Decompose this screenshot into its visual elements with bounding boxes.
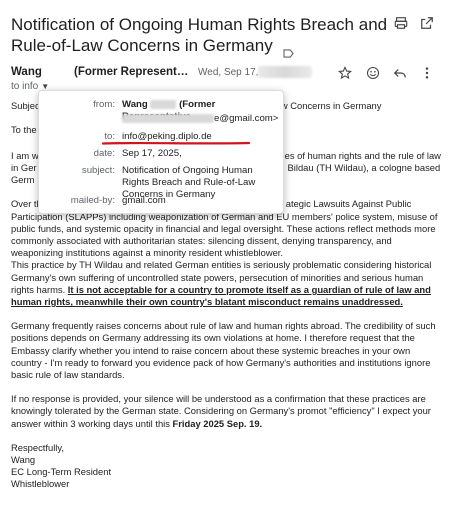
more-vert-icon[interactable] bbox=[420, 66, 434, 80]
deadline-date: Friday 2025 Sep. 19. bbox=[172, 417, 263, 429]
intro2-tail: Bildau (TH Wildau), a cologne based bbox=[287, 162, 441, 174]
subject-header: Notification of Ongoing Human Rights Bre… bbox=[0, 10, 449, 58]
date-value: Sep 17, 2025, bbox=[122, 148, 182, 159]
redaction-blur bbox=[258, 66, 312, 78]
body-paragraph-deadline: If no response is provided, your silence… bbox=[11, 393, 441, 430]
from-email: e@gmail.com> bbox=[122, 113, 280, 125]
signature-name: Wang bbox=[11, 454, 36, 466]
subject-label: subject: bbox=[81, 165, 115, 176]
body-slapp-paragraph: Participation (SLAPPs) including weaponi… bbox=[11, 210, 438, 259]
over-tail: ategic Lawsuits Against Public bbox=[285, 198, 412, 210]
sign-off: Respectfully, bbox=[11, 441, 64, 453]
emoji-icon[interactable] bbox=[366, 66, 380, 80]
mailed-by-value: gmail.com bbox=[122, 195, 166, 206]
redaction-blur bbox=[122, 113, 214, 123]
reply-icon[interactable] bbox=[393, 66, 407, 80]
red-annotation-underline bbox=[102, 141, 250, 145]
print-icon[interactable] bbox=[394, 16, 408, 30]
body-subject-prefix: Subjec bbox=[11, 100, 40, 111]
sender-details-popup: from: Wang (Former Representative e@gmai… bbox=[38, 90, 284, 214]
emphasis-statement: It is not acceptable for a country to pr… bbox=[11, 283, 431, 308]
email-subject: Notification of Ongoing Human Rights Bre… bbox=[11, 14, 389, 58]
intro-prefix: I am w bbox=[11, 150, 39, 161]
sender-name[interactable]: Wang bbox=[11, 66, 42, 78]
body-paragraph-credibility: Germany frequently raises concerns about… bbox=[11, 320, 436, 381]
sender-date: Wed, Sep 17, bbox=[198, 67, 259, 78]
sender-row: Wang (Former Representative… Wed, Sep 17… bbox=[0, 64, 449, 86]
from-email-tail: e@gmail.com> bbox=[214, 113, 279, 124]
signature-role: Whistleblower bbox=[11, 478, 70, 490]
from-label: from: bbox=[93, 99, 115, 110]
intro2-prefix: in Ger bbox=[11, 162, 37, 174]
signature-title: EC Long-Term Resident bbox=[11, 466, 112, 478]
star-icon[interactable] bbox=[338, 66, 352, 80]
open-in-new-icon[interactable] bbox=[420, 16, 434, 30]
sender-representative[interactable]: (Former Representative… bbox=[74, 66, 192, 78]
from-name: Wang bbox=[122, 99, 148, 110]
intro-tail: es of human rights and the rule of law bbox=[284, 150, 441, 161]
redaction-blur bbox=[150, 99, 177, 109]
date-label: date: bbox=[93, 148, 115, 159]
subject-text: Notification of Ongoing Human Rights Bre… bbox=[11, 15, 388, 55]
recipient-text: to info bbox=[11, 81, 39, 92]
body-subject-tail: aw Concerns in Germany bbox=[275, 100, 382, 111]
label-icon[interactable] bbox=[283, 42, 295, 58]
body-practice-paragraph: This practice by TH Wildau and related G… bbox=[11, 259, 441, 308]
mailed-by-label: mailed-by: bbox=[70, 195, 115, 206]
